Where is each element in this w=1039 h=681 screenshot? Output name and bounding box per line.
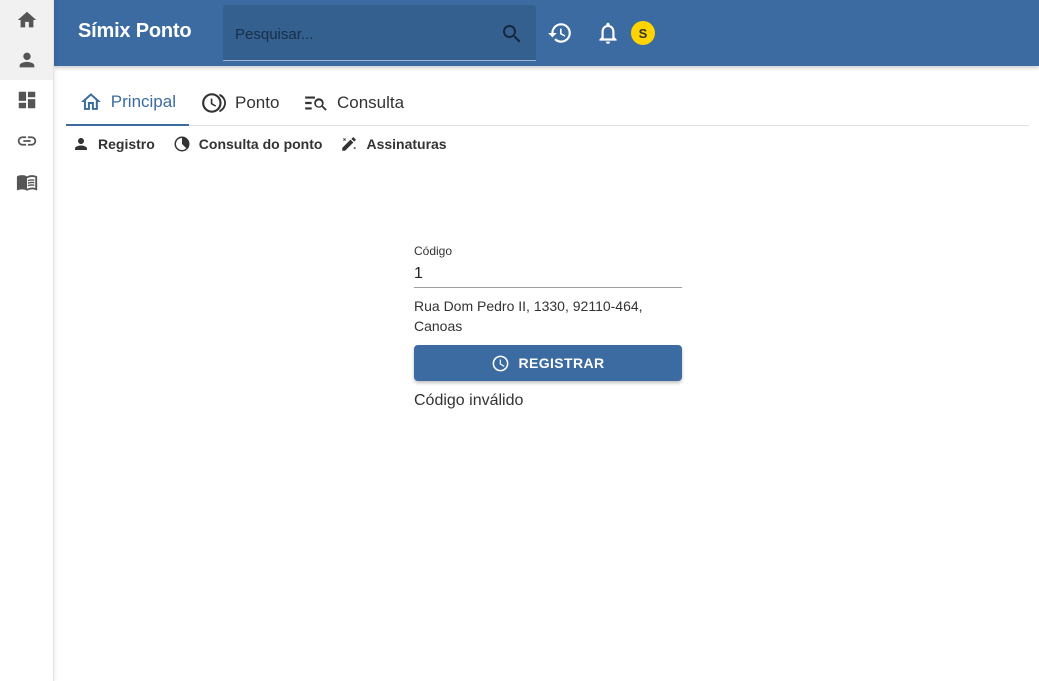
- top-app-bar: Símix Ponto S: [54, 0, 1039, 66]
- search-input[interactable]: [235, 23, 485, 45]
- registrar-button[interactable]: REGISTRAR: [414, 345, 682, 381]
- tab-principal[interactable]: Principal: [66, 80, 189, 126]
- rail-home-button[interactable]: [0, 0, 53, 40]
- history-icon[interactable]: [547, 20, 573, 46]
- subnav-label: Assinaturas: [366, 136, 447, 152]
- home-outline-icon: [80, 93, 101, 110]
- tab-ponto[interactable]: Ponto: [188, 80, 298, 126]
- tab-label: Consulta: [337, 93, 405, 112]
- home-icon: [17, 11, 36, 28]
- pie-clock-icon: [174, 136, 190, 152]
- clock-icon: [493, 355, 509, 371]
- tab-consulta[interactable]: Consulta: [290, 80, 420, 126]
- code-label: Código: [414, 244, 453, 258]
- clock-ponto-icon: [202, 93, 226, 113]
- search-icon[interactable]: [500, 22, 524, 46]
- subnav-consulta-do-ponto[interactable]: Consulta do ponto: [173, 132, 323, 156]
- link-icon: [17, 136, 36, 146]
- list-search-icon: [305, 96, 327, 111]
- subnav-label: Registro: [98, 136, 155, 152]
- registro-form: Código Rua Dom Pedro II, 1330, 92110-464…: [414, 243, 682, 410]
- rail-dashboard-button[interactable]: [0, 80, 53, 120]
- code-input[interactable]: [414, 260, 682, 288]
- subnav-assinaturas[interactable]: Assinaturas: [340, 132, 447, 156]
- registrar-label: REGISTRAR: [518, 355, 605, 371]
- signature-icon: [342, 137, 357, 151]
- side-rail: [0, 0, 54, 681]
- search-box[interactable]: [223, 5, 536, 61]
- app-title: Símix Ponto: [78, 20, 192, 42]
- rail-book-button[interactable]: [0, 162, 53, 202]
- person-icon: [19, 52, 34, 68]
- user-avatar[interactable]: S: [631, 21, 655, 45]
- rail-person-button[interactable]: [0, 40, 53, 80]
- rail-link-button[interactable]: [0, 121, 53, 161]
- sub-navigation: Registro Consulta do ponto Assinaturas: [72, 132, 447, 156]
- main-tabs: Principal Ponto Consulta: [66, 80, 1029, 126]
- subnav-registro[interactable]: Registro: [72, 132, 155, 156]
- address-text: Rua Dom Pedro II, 1330, 92110-464, Canoa…: [414, 298, 643, 334]
- subnav-label: Consulta do ponto: [198, 136, 323, 152]
- tab-label: Principal: [110, 92, 176, 111]
- tab-label: Ponto: [235, 93, 280, 112]
- bell-icon[interactable]: [595, 20, 621, 46]
- dashboard-icon: [18, 91, 35, 109]
- book-icon: [16, 175, 37, 191]
- error-message: Código inválido: [414, 392, 524, 409]
- person-icon: [75, 138, 87, 150]
